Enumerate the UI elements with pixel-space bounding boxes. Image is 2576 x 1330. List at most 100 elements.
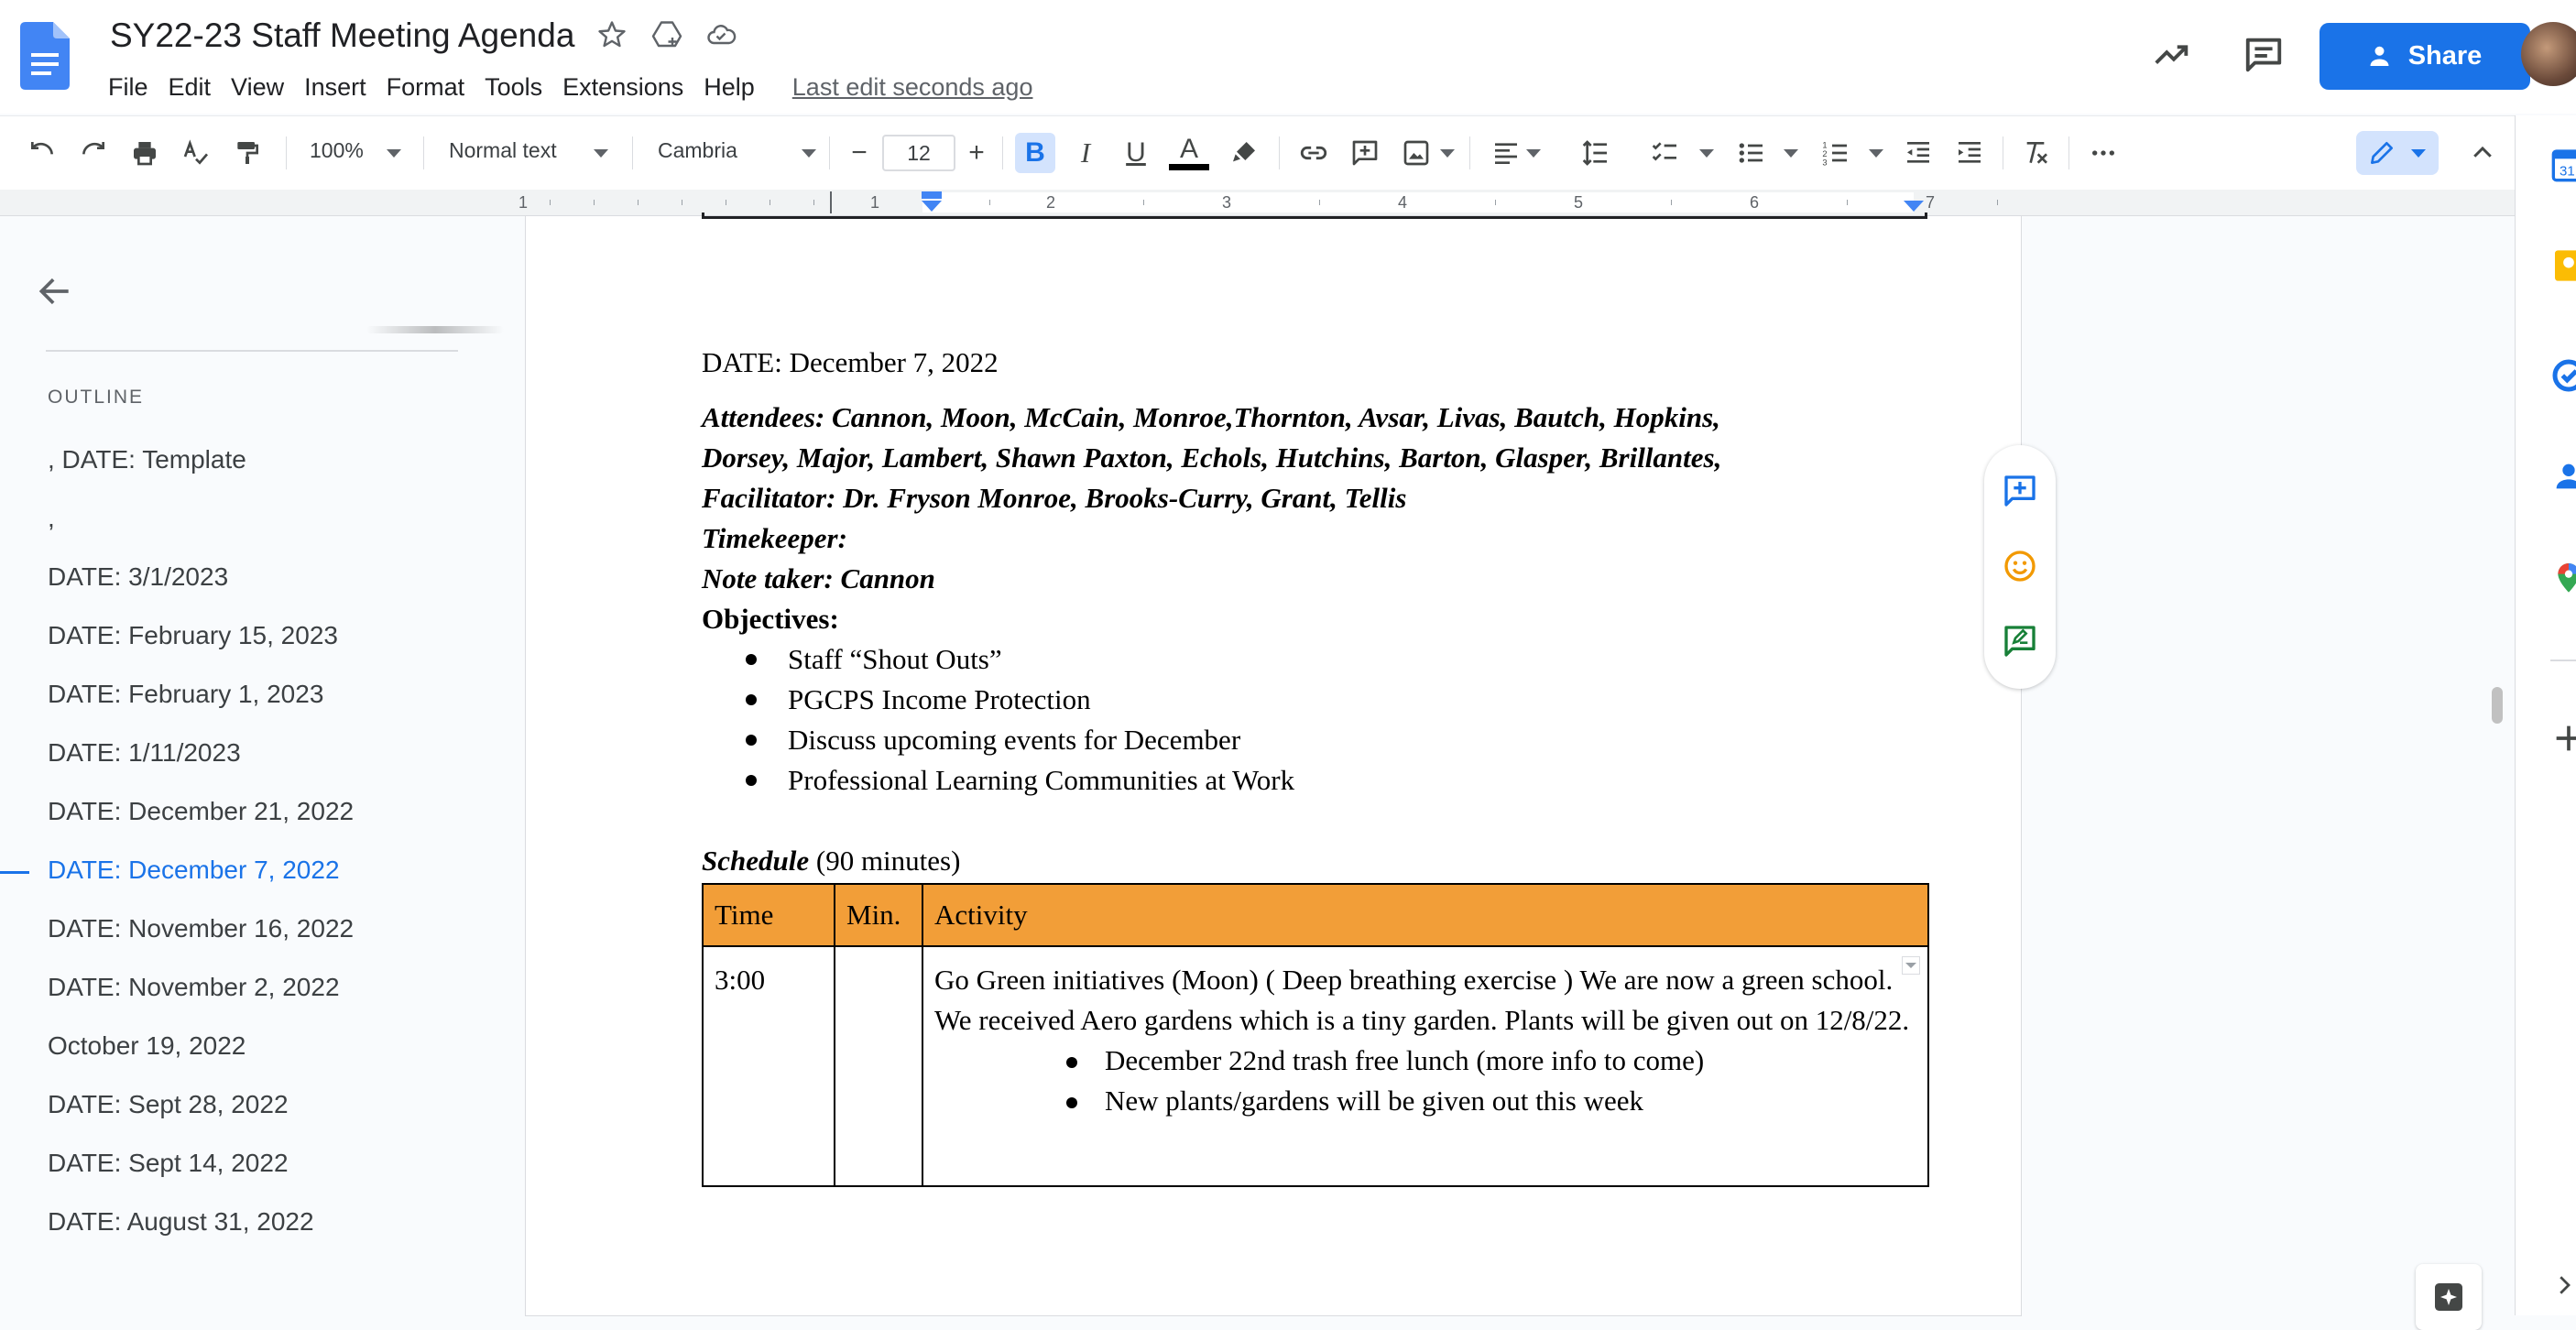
- zoom-select[interactable]: 100%: [310, 138, 364, 163]
- calendar-icon[interactable]: 31: [2550, 147, 2576, 183]
- last-edit-link[interactable]: Last edit seconds ago: [792, 73, 1033, 102]
- star-icon[interactable]: [595, 18, 628, 51]
- outline-item[interactable]: , DATE: Template: [48, 445, 246, 474]
- increase-indent-icon[interactable]: [1951, 135, 1988, 171]
- timekeeper-line[interactable]: Timekeeper:: [702, 522, 847, 555]
- cloud-saved-icon[interactable]: [704, 18, 738, 51]
- share-button[interactable]: Share: [2319, 23, 2530, 90]
- left-margin-marker[interactable]: [830, 191, 832, 213]
- note-taker-line[interactable]: Note taker: Cannon: [702, 562, 935, 595]
- objective-item[interactable]: Staff “Shout Outs”: [746, 643, 1002, 676]
- menu-help[interactable]: Help: [693, 68, 765, 106]
- outline-item[interactable]: October 19, 2022: [48, 1031, 246, 1061]
- show-side-panel-chevron-icon[interactable]: [2550, 1271, 2576, 1308]
- tasks-icon[interactable]: [2550, 357, 2576, 394]
- outline-item-active[interactable]: DATE: December 7, 2022: [48, 856, 340, 885]
- italic-button[interactable]: I: [1067, 135, 1104, 171]
- insert-link-icon[interactable]: [1295, 135, 1332, 171]
- decrease-indent-icon[interactable]: [1900, 135, 1937, 171]
- outline-item[interactable]: DATE: August 31, 2022: [48, 1207, 314, 1237]
- add-comment-icon[interactable]: [1347, 135, 1383, 171]
- table-header-cell[interactable]: Time: [702, 883, 835, 947]
- more-options-icon[interactable]: [2085, 135, 2122, 171]
- date-heading[interactable]: DATE: December 7, 2022: [702, 346, 999, 379]
- objective-item[interactable]: PGCPS Income Protection: [746, 683, 1091, 716]
- outline-item[interactable]: DATE: 1/11/2023: [48, 738, 241, 768]
- schedule-line[interactable]: Schedule (90 minutes): [702, 845, 960, 878]
- increase-font-size-button[interactable]: +: [958, 135, 995, 171]
- table-header-cell[interactable]: Min.: [834, 883, 923, 947]
- spellcheck-icon[interactable]: [178, 135, 214, 171]
- comments-icon[interactable]: [2243, 33, 2285, 75]
- text-color-button[interactable]: A: [1169, 135, 1209, 171]
- docs-logo-icon[interactable]: [20, 22, 70, 90]
- suggest-edits-icon[interactable]: [2002, 623, 2038, 660]
- checklist-icon[interactable]: [1647, 135, 1684, 171]
- emoji-reaction-icon[interactable]: [2002, 548, 2038, 584]
- attendees-line-2[interactable]: Dorsey, Major, Lambert, Shawn Paxton, Ec…: [702, 442, 1721, 474]
- outline-item[interactable]: DATE: December 21, 2022: [48, 797, 354, 826]
- menu-file[interactable]: File: [108, 68, 158, 106]
- outline-item[interactable]: DATE: November 16, 2022: [48, 914, 354, 943]
- menu-extensions[interactable]: Extensions: [552, 68, 693, 106]
- clear-formatting-icon[interactable]: [2017, 135, 2054, 171]
- outline-item[interactable]: DATE: 3/1/2023: [48, 562, 228, 592]
- document-title[interactable]: SY22-23 Staff Meeting Agenda: [110, 16, 574, 55]
- underline-button[interactable]: U: [1118, 135, 1154, 171]
- objectives-label[interactable]: Objectives:: [702, 603, 839, 636]
- document-page[interactable]: DATE: December 7, 2022 Attendees: Cannon…: [526, 213, 2021, 1315]
- line-spacing-icon[interactable]: [1577, 135, 1614, 171]
- zoom-caret-icon[interactable]: [387, 149, 401, 158]
- insert-image-icon[interactable]: [1398, 135, 1435, 171]
- image-caret-icon[interactable]: [1440, 149, 1455, 158]
- checklist-caret-icon[interactable]: [1699, 149, 1714, 158]
- bold-button[interactable]: B: [1015, 133, 1055, 173]
- keep-icon[interactable]: [2550, 247, 2576, 284]
- first-line-indent-marker[interactable]: [922, 191, 942, 199]
- numbered-caret-icon[interactable]: [1869, 149, 1883, 158]
- align-caret-icon[interactable]: [1526, 149, 1541, 158]
- font-select[interactable]: Cambria: [658, 138, 737, 163]
- bullet-caret-icon[interactable]: [1784, 149, 1798, 158]
- maps-icon[interactable]: [2550, 559, 2576, 595]
- paragraph-style-select[interactable]: Normal text: [449, 138, 557, 163]
- scrollbar-thumb[interactable]: [2492, 687, 2503, 724]
- hide-menus-chevron-icon[interactable]: [2464, 135, 2501, 171]
- outline-item[interactable]: DATE: February 15, 2023: [48, 621, 338, 650]
- activity-cell[interactable]: Go Green initiatives (Moon) ( Deep breat…: [922, 945, 1929, 1187]
- bulleted-list-icon[interactable]: [1733, 135, 1770, 171]
- align-left-icon[interactable]: [1488, 135, 1524, 171]
- menu-insert[interactable]: Insert: [294, 68, 377, 106]
- minutes-cell[interactable]: [834, 945, 923, 1187]
- outline-item[interactable]: DATE: February 1, 2023: [48, 680, 323, 709]
- print-icon[interactable]: [126, 135, 163, 171]
- left-indent-marker[interactable]: [922, 201, 942, 212]
- add-comment-icon[interactable]: [2002, 473, 2038, 509]
- menu-edit[interactable]: Edit: [158, 68, 222, 106]
- menu-tools[interactable]: Tools: [475, 68, 552, 106]
- get-add-ons-plus-icon[interactable]: [2550, 720, 2576, 757]
- attendees-line-1[interactable]: Attendees: Cannon, Moon, McCain, Monroe,…: [702, 401, 1720, 434]
- font-caret-icon[interactable]: [802, 149, 816, 158]
- editing-mode-button[interactable]: [2356, 131, 2439, 175]
- font-size-input[interactable]: 12: [882, 135, 955, 171]
- redo-icon[interactable]: [75, 135, 112, 171]
- decrease-font-size-button[interactable]: −: [841, 135, 878, 171]
- objective-item[interactable]: Professional Learning Communities at Wor…: [746, 764, 1294, 797]
- outline-item[interactable]: DATE: November 2, 2022: [48, 973, 340, 1002]
- undo-icon[interactable]: [24, 135, 60, 171]
- facilitator-line[interactable]: Facilitator: Dr. Fryson Monroe, Brooks-C…: [702, 482, 1406, 515]
- right-indent-marker[interactable]: [1904, 201, 1924, 212]
- ruler[interactable]: 1 1 2 3 4 5 6 7: [0, 190, 2515, 216]
- menu-view[interactable]: View: [221, 68, 294, 106]
- table-header-cell[interactable]: Activity: [922, 883, 1929, 947]
- schedule-table[interactable]: Time Min. Activity 3:00 Go Green initiat…: [702, 883, 1929, 1187]
- paint-format-icon[interactable]: [229, 135, 266, 171]
- time-cell[interactable]: 3:00: [702, 945, 835, 1187]
- highlight-icon[interactable]: [1226, 135, 1262, 171]
- activity-trend-icon[interactable]: [2151, 33, 2193, 75]
- outline-item[interactable]: DATE: Sept 28, 2022: [48, 1090, 289, 1119]
- menu-format[interactable]: Format: [377, 68, 475, 106]
- outline-item[interactable]: DATE: Sept 14, 2022: [48, 1149, 289, 1178]
- explore-button[interactable]: [2416, 1264, 2482, 1330]
